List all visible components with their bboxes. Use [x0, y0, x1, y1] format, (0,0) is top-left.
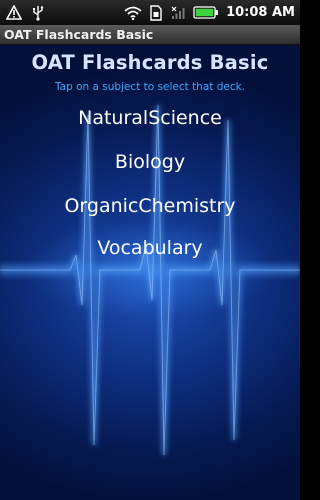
deck-item-vocabulary[interactable]: Vocabulary [0, 237, 300, 259]
main-screen: OAT Flashcards Basic Tap on a subject to… [0, 45, 300, 500]
wifi-icon [124, 4, 142, 22]
title-bar-text: OAT Flashcards Basic [4, 27, 154, 42]
deck-item-biology[interactable]: Biology [0, 151, 300, 173]
title-bar: OAT Flashcards Basic [0, 25, 300, 45]
usb-icon [29, 4, 47, 22]
app-subtitle: Tap on a subject to select that deck. [54, 81, 246, 93]
deck-item-organic-chemistry[interactable]: OrganicChemistry [0, 195, 300, 217]
signal-icon [170, 4, 188, 22]
status-left-group [0, 4, 47, 22]
status-right-group: 10:08 AM [124, 4, 300, 22]
sim-card-icon [147, 4, 165, 22]
app-heading: OAT Flashcards Basic [31, 51, 269, 74]
deck-item-natural-science[interactable]: NaturalScience [0, 107, 300, 129]
warning-icon [5, 4, 23, 22]
status-time: 10:08 AM [226, 5, 295, 20]
status-bar: 10:08 AM [0, 0, 300, 25]
battery-icon [193, 4, 219, 22]
